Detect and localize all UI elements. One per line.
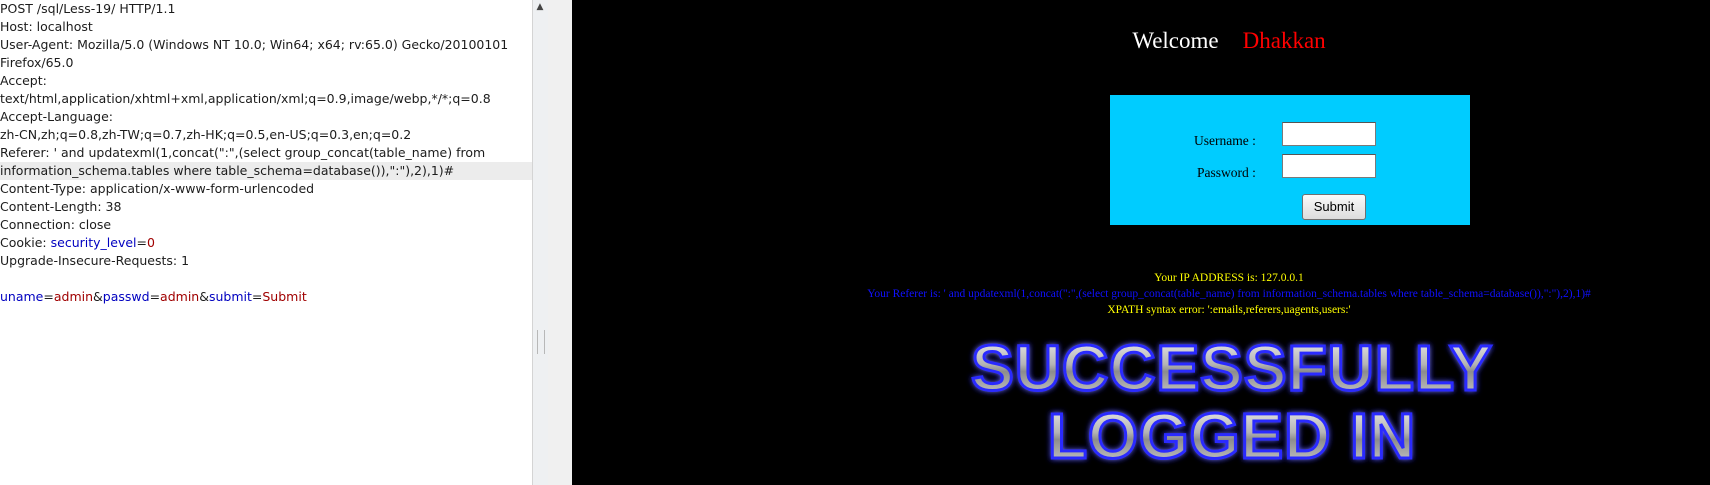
param-eq: =: [251, 289, 263, 304]
request-line: POST /sql/Less-19/ HTTP/1.1: [0, 1, 176, 16]
param-value: admin: [53, 289, 94, 304]
welcome-heading: Welcome Dhakkan: [572, 28, 1710, 54]
header-user-agent-cont: Firefox/65.0: [0, 55, 74, 70]
param-eq: =: [149, 289, 161, 304]
referer-text: Your Referer is: ' and updatexml(1,conca…: [867, 288, 1591, 300]
pane-splitter[interactable]: [548, 0, 573, 485]
param-key: passwd: [102, 289, 150, 304]
header-content-type: Content-Type: application/x-www-form-url…: [0, 181, 315, 196]
header-accept-language-value: zh-CN,zh;q=0.8,zh-TW;q=0.7,zh-HK;q=0.5,e…: [0, 127, 412, 142]
param-value: admin: [160, 289, 200, 304]
welcome-username: Dhakkan: [1242, 28, 1326, 53]
header-upgrade: Upgrade-Insecure-Requests: 1: [0, 253, 190, 268]
response-render: Welcome Dhakkan Username : Password : Sub…: [572, 0, 1710, 485]
success-banner: SUCCESSFULLY LOGGED IN: [970, 331, 1494, 474]
cookie-prefix: Cookie:: [0, 235, 51, 250]
header-connection: Connection: close: [0, 217, 112, 232]
header-referer: Referer: ' and updatexml(1,concat(":",(s…: [0, 145, 486, 160]
header-accept-language: Accept-Language:: [0, 109, 114, 124]
param-key: submit: [208, 289, 252, 304]
cookie-value: 0: [147, 235, 155, 250]
xpath-error-text: XPATH syntax error: ':emails,referers,ua…: [1107, 304, 1351, 316]
param-key: uname: [0, 289, 44, 304]
param-amp: &: [93, 289, 103, 304]
welcome-text: Welcome: [1132, 28, 1219, 53]
param-eq: =: [43, 289, 54, 304]
header-user-agent: User-Agent: Mozilla/5.0 (Windows NT 10.0…: [0, 37, 509, 52]
vertical-scrollbar[interactable]: ▲: [532, 0, 548, 485]
username-input[interactable]: [1282, 122, 1376, 146]
username-label: Username :: [1194, 133, 1256, 148]
request-editor[interactable]: POST /sql/Less-19/ HTTP/1.1 Host: localh…: [0, 0, 532, 485]
header-accept: Accept:: [0, 73, 47, 88]
login-form: Username : Password : Submit: [1110, 95, 1470, 225]
banner-line-1: SUCCESSFULLY: [971, 332, 1493, 404]
request-body: uname=admin&passwd=admin&submit=Submit: [0, 288, 532, 306]
header-host: Host: localhost: [0, 19, 93, 34]
password-label: Password :: [1197, 165, 1256, 180]
submit-button[interactable]: Submit: [1302, 194, 1366, 220]
banner-line-2: LOGGED IN: [1048, 400, 1416, 472]
param-value: Submit: [262, 289, 307, 304]
param-amp: &: [199, 289, 209, 304]
splitter-grip-icon[interactable]: [537, 330, 545, 354]
cookie-key: security_level: [50, 235, 137, 250]
cookie-eq: =: [136, 235, 147, 250]
header-cookie: Cookie: security_level=0: [0, 234, 532, 252]
header-content-length: Content-Length: 38: [0, 199, 122, 214]
password-input[interactable]: [1282, 154, 1376, 178]
header-accept-value: text/html,application/xhtml+xml,applicat…: [0, 91, 491, 106]
header-referer-cont: information_schema.tables where table_sc…: [0, 162, 532, 180]
ip-address-text: Your IP ADDRESS is: 127.0.0.1: [1154, 272, 1304, 284]
scroll-up-arrow-icon[interactable]: ▲: [535, 2, 545, 12]
